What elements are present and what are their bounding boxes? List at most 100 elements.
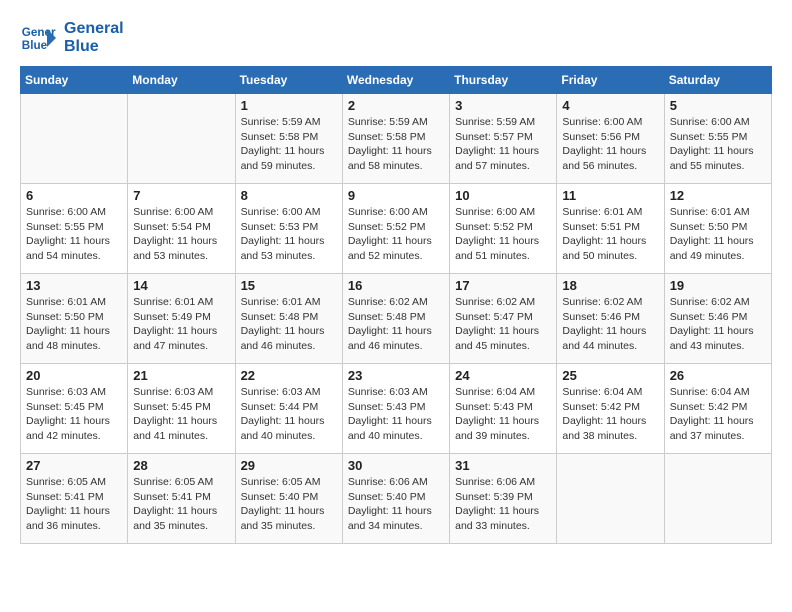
logo-blue: Blue: [64, 38, 124, 56]
calendar-cell: 6Sunrise: 6:00 AMSunset: 5:55 PMDaylight…: [21, 184, 128, 274]
calendar-cell: 26 Sunrise: 6:04 AMSunset: 5:42 PMDayligh…: [664, 364, 771, 454]
cell-info: Sunrise: 6:06 AMSunset: 5:40 PMDaylight:…: [348, 475, 444, 534]
calendar-cell: 7Sunrise: 6:00 AMSunset: 5:54 PMDaylight…: [128, 184, 235, 274]
day-number: 4: [562, 98, 658, 113]
cell-info: Sunrise: 6:01 AMSunset: 5:51 PMDaylight:…: [562, 205, 658, 264]
day-header-saturday: Saturday: [664, 67, 771, 94]
day-number: 23: [348, 368, 444, 383]
day-header-monday: Monday: [128, 67, 235, 94]
cell-info: Sunrise: 6:03 AMSunset: 5:45 PMDaylight:…: [26, 385, 122, 444]
day-header-wednesday: Wednesday: [342, 67, 449, 94]
cell-info: Sunrise: 6:02 AMSunset: 5:46 PMDaylight:…: [562, 295, 658, 354]
page-header: General Blue General Blue: [20, 20, 772, 56]
svg-text:Blue: Blue: [22, 39, 48, 52]
day-number: 12: [670, 188, 766, 203]
cell-info: Sunrise: 6:04 AMSunset: 5:42 PMDaylight:…: [562, 385, 658, 444]
calendar-table: SundayMondayTuesdayWednesdayThursdayFrid…: [20, 66, 772, 544]
cell-info: Sunrise: 5:59 AMSunset: 5:58 PMDaylight:…: [241, 115, 337, 174]
cell-info: Sunrise: 6:05 AMSunset: 5:41 PMDaylight:…: [26, 475, 122, 534]
calendar-header: SundayMondayTuesdayWednesdayThursdayFrid…: [21, 67, 772, 94]
cell-info: Sunrise: 6:04 AMSunset: 5:42 PMDaylight:…: [670, 385, 766, 444]
calendar-cell: 14 Sunrise: 6:01 AMSunset: 5:49 PMDayligh…: [128, 274, 235, 364]
calendar-cell: [557, 454, 664, 544]
cell-info: Sunrise: 5:59 AMSunset: 5:58 PMDaylight:…: [348, 115, 444, 174]
calendar-cell: 12 Sunrise: 6:01 AMSunset: 5:50 PMDayligh…: [664, 184, 771, 274]
day-number: 16: [348, 278, 444, 293]
day-header-sunday: Sunday: [21, 67, 128, 94]
calendar-cell: [21, 94, 128, 184]
calendar-cell: 19Sunrise: 6:02 AMSunset: 5:46 PMDayligh…: [664, 274, 771, 364]
day-number: 18: [562, 278, 658, 293]
calendar-cell: 15Sunrise: 6:01 AMSunset: 5:48 PMDayligh…: [235, 274, 342, 364]
day-number: 21: [133, 368, 229, 383]
calendar-cell: 23 Sunrise: 6:03 AMSunset: 5:43 PMDayligh…: [342, 364, 449, 454]
cell-info: Sunrise: 6:00 AMSunset: 5:55 PMDaylight:…: [670, 115, 766, 174]
cell-info: Sunrise: 6:03 AMSunset: 5:45 PMDaylight:…: [133, 385, 229, 444]
cell-info: Sunrise: 6:00 AMSunset: 5:52 PMDaylight:…: [348, 205, 444, 264]
day-number: 5: [670, 98, 766, 113]
calendar-cell: 9 Sunrise: 6:00 AMSunset: 5:52 PMDaylight…: [342, 184, 449, 274]
calendar-cell: 17Sunrise: 6:02 AMSunset: 5:47 PMDayligh…: [450, 274, 557, 364]
logo-icon: General Blue: [20, 20, 56, 56]
calendar-cell: 13 Sunrise: 6:01 AMSunset: 5:50 PMDayligh…: [21, 274, 128, 364]
day-header-friday: Friday: [557, 67, 664, 94]
day-number: 29: [241, 458, 337, 473]
week-row-4: 20 Sunrise: 6:03 AMSunset: 5:45 PMDayligh…: [21, 364, 772, 454]
calendar-cell: 1 Sunrise: 5:59 AMSunset: 5:58 PMDaylight…: [235, 94, 342, 184]
calendar-cell: 21 Sunrise: 6:03 AMSunset: 5:45 PMDayligh…: [128, 364, 235, 454]
logo: General Blue General Blue: [20, 20, 124, 56]
week-row-2: 6Sunrise: 6:00 AMSunset: 5:55 PMDaylight…: [21, 184, 772, 274]
calendar-cell: 2 Sunrise: 5:59 AMSunset: 5:58 PMDaylight…: [342, 94, 449, 184]
cell-info: Sunrise: 6:01 AMSunset: 5:49 PMDaylight:…: [133, 295, 229, 354]
day-number: 27: [26, 458, 122, 473]
day-header-tuesday: Tuesday: [235, 67, 342, 94]
cell-info: Sunrise: 6:00 AMSunset: 5:53 PMDaylight:…: [241, 205, 337, 264]
cell-info: Sunrise: 6:02 AMSunset: 5:48 PMDaylight:…: [348, 295, 444, 354]
week-row-5: 27 Sunrise: 6:05 AMSunset: 5:41 PMDayligh…: [21, 454, 772, 544]
cell-info: Sunrise: 6:03 AMSunset: 5:44 PMDaylight:…: [241, 385, 337, 444]
calendar-cell: 11 Sunrise: 6:01 AMSunset: 5:51 PMDayligh…: [557, 184, 664, 274]
day-number: 10: [455, 188, 551, 203]
calendar-cell: 16 Sunrise: 6:02 AMSunset: 5:48 PMDayligh…: [342, 274, 449, 364]
day-number: 31: [455, 458, 551, 473]
calendar-cell: [664, 454, 771, 544]
cell-info: Sunrise: 6:01 AMSunset: 5:50 PMDaylight:…: [670, 205, 766, 264]
cell-info: Sunrise: 6:00 AMSunset: 5:56 PMDaylight:…: [562, 115, 658, 174]
day-number: 9: [348, 188, 444, 203]
calendar-cell: 24 Sunrise: 6:04 AMSunset: 5:43 PMDayligh…: [450, 364, 557, 454]
cell-info: Sunrise: 6:06 AMSunset: 5:39 PMDaylight:…: [455, 475, 551, 534]
calendar-cell: [128, 94, 235, 184]
calendar-cell: 20 Sunrise: 6:03 AMSunset: 5:45 PMDayligh…: [21, 364, 128, 454]
day-number: 25: [562, 368, 658, 383]
calendar-cell: 18 Sunrise: 6:02 AMSunset: 5:46 PMDayligh…: [557, 274, 664, 364]
cell-info: Sunrise: 6:04 AMSunset: 5:43 PMDaylight:…: [455, 385, 551, 444]
calendar-cell: 3Sunrise: 5:59 AMSunset: 5:57 PMDaylight…: [450, 94, 557, 184]
day-number: 24: [455, 368, 551, 383]
day-header-thursday: Thursday: [450, 67, 557, 94]
cell-info: Sunrise: 6:01 AMSunset: 5:50 PMDaylight:…: [26, 295, 122, 354]
calendar-cell: 27 Sunrise: 6:05 AMSunset: 5:41 PMDayligh…: [21, 454, 128, 544]
day-number: 30: [348, 458, 444, 473]
week-row-1: 1 Sunrise: 5:59 AMSunset: 5:58 PMDaylight…: [21, 94, 772, 184]
calendar-cell: 5 Sunrise: 6:00 AMSunset: 5:55 PMDaylight…: [664, 94, 771, 184]
day-number: 11: [562, 188, 658, 203]
day-number: 13: [26, 278, 122, 293]
cell-info: Sunrise: 6:00 AMSunset: 5:54 PMDaylight:…: [133, 205, 229, 264]
calendar-cell: 22 Sunrise: 6:03 AMSunset: 5:44 PMDayligh…: [235, 364, 342, 454]
day-number: 2: [348, 98, 444, 113]
calendar-cell: 8Sunrise: 6:00 AMSunset: 5:53 PMDaylight…: [235, 184, 342, 274]
calendar-cell: 29 Sunrise: 6:05 AMSunset: 5:40 PMDayligh…: [235, 454, 342, 544]
day-number: 1: [241, 98, 337, 113]
calendar-cell: 10Sunrise: 6:00 AMSunset: 5:52 PMDayligh…: [450, 184, 557, 274]
cell-info: Sunrise: 6:00 AMSunset: 5:55 PMDaylight:…: [26, 205, 122, 264]
logo-general: General: [64, 20, 124, 38]
cell-info: Sunrise: 6:03 AMSunset: 5:43 PMDaylight:…: [348, 385, 444, 444]
day-number: 26: [670, 368, 766, 383]
day-number: 14: [133, 278, 229, 293]
calendar-cell: 4 Sunrise: 6:00 AMSunset: 5:56 PMDaylight…: [557, 94, 664, 184]
cell-info: Sunrise: 6:05 AMSunset: 5:40 PMDaylight:…: [241, 475, 337, 534]
day-number: 22: [241, 368, 337, 383]
cell-info: Sunrise: 6:05 AMSunset: 5:41 PMDaylight:…: [133, 475, 229, 534]
day-number: 20: [26, 368, 122, 383]
cell-info: Sunrise: 6:02 AMSunset: 5:47 PMDaylight:…: [455, 295, 551, 354]
